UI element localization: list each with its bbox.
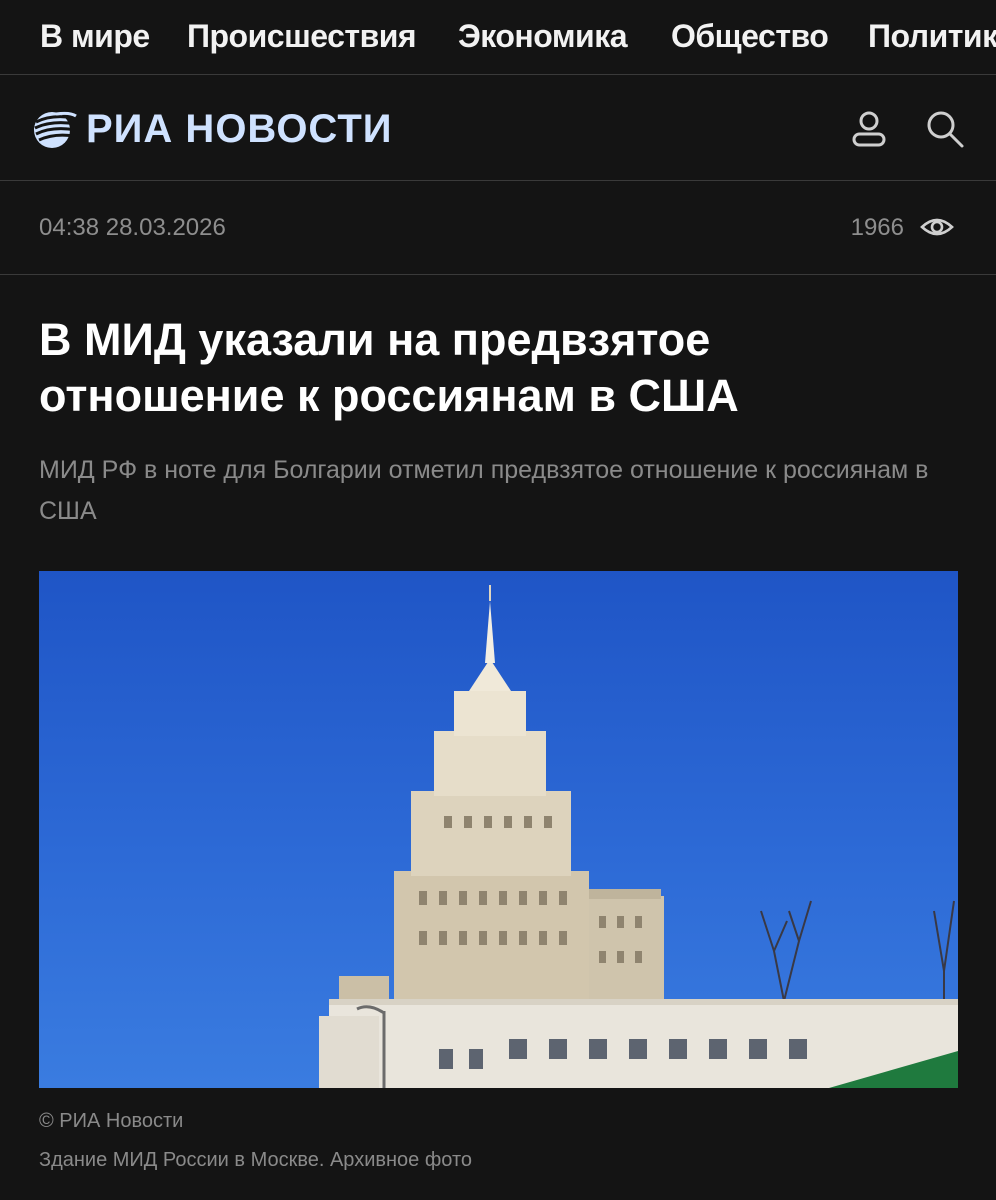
ria-globe-icon bbox=[34, 111, 77, 148]
nav-item-world[interactable]: В мире bbox=[40, 18, 150, 55]
mfa-building-illustration bbox=[319, 585, 958, 1088]
article-meta: 04:38 28.03.2026 1966 bbox=[0, 182, 996, 275]
article-image[interactable] bbox=[39, 571, 958, 1088]
image-credit: © РИА Новости bbox=[39, 1110, 184, 1132]
publish-time: 04:38 28.03.2026 bbox=[39, 214, 226, 241]
image-caption: Здание МИД России в Москве. Архивное фот… bbox=[39, 1149, 473, 1171]
article-title: В МИД указали на предвзятое отношение к … bbox=[39, 314, 739, 421]
nav-item-politics[interactable]: Политика bbox=[868, 18, 996, 55]
user-icon[interactable] bbox=[846, 106, 892, 152]
nav-item-society[interactable]: Общество bbox=[671, 18, 829, 55]
search-icon[interactable] bbox=[922, 106, 968, 152]
nav-item-economy[interactable]: Экономика bbox=[458, 18, 628, 55]
site-logo[interactable]: РИА НОВОСТИ bbox=[30, 106, 393, 152]
logo-text: РИА НОВОСТИ bbox=[86, 106, 393, 151]
site-header: РИА НОВОСТИ bbox=[0, 76, 996, 181]
view-count: 1966 bbox=[850, 214, 904, 241]
eye-icon bbox=[920, 218, 954, 236]
article-subtitle: МИД РФ в ноте для Болгарии отметил предв… bbox=[39, 456, 929, 525]
nav-item-incidents[interactable]: Происшествия bbox=[187, 18, 417, 55]
category-nav: В мире Происшествия Экономика Общество П… bbox=[0, 0, 996, 75]
